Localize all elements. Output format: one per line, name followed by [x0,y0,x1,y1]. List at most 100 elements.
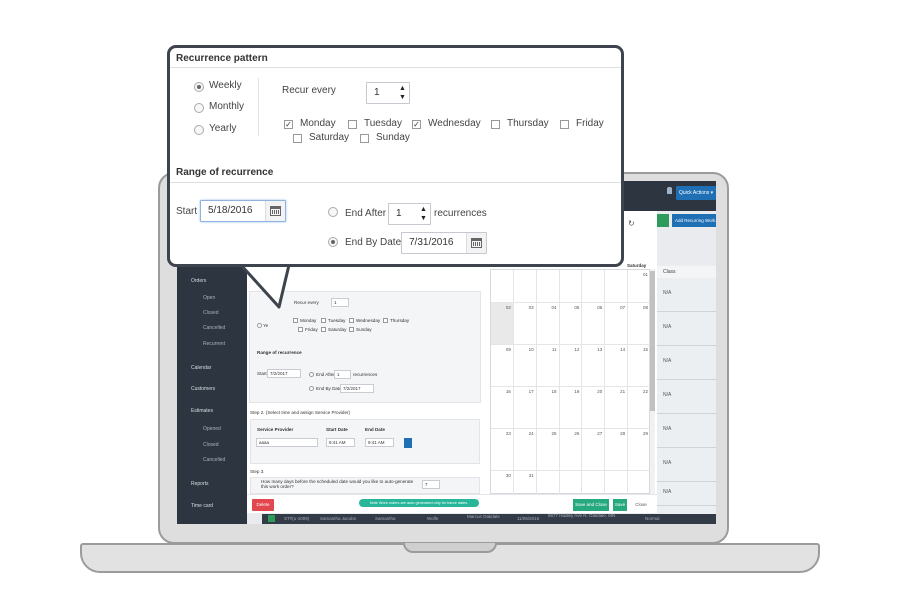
sidebar-item-est-cancelled[interactable]: Cancelled [203,457,225,463]
calendar-icon[interactable] [466,233,486,253]
calendar-day-cell[interactable]: 16 [491,387,514,429]
monday-checkbox[interactable]: ✓ [284,120,293,129]
calendar-day-cell[interactable]: 10 [513,345,537,387]
wednesday-checkbox[interactable]: ✓ [412,120,421,129]
refresh-icon[interactable]: ↻ [628,219,640,231]
tuesday-checkbox[interactable] [321,318,326,323]
sidebar-item-estimates[interactable]: Estimates [191,408,213,414]
calendar-day-cell[interactable]: 13 [582,345,606,387]
calendar-day-cell[interactable] [582,270,606,303]
friday-checkbox[interactable] [298,327,303,332]
yearly-radio[interactable] [194,125,204,135]
calendar-day-cell[interactable]: 09 [491,345,514,387]
sunday-checkbox[interactable] [360,134,369,143]
class-column-header[interactable]: Class [657,266,716,278]
calendar-day-cell[interactable]: 23 [491,429,514,471]
start-date-input[interactable]: 7/2/2017 [267,369,301,378]
end-after-radio[interactable] [328,207,338,217]
calendar-day-cell[interactable]: 20 [582,387,606,429]
start-time-input[interactable]: 9:41 AM [326,438,355,447]
calendar-scrollbar[interactable] [650,269,655,494]
calendar-day-cell[interactable]: 01 [628,270,651,303]
user-icon[interactable] [667,187,672,194]
quick-actions-button[interactable]: Quick Actions ▾ [676,186,716,200]
end-by-date-input[interactable]: 7/31/2016 [401,232,487,254]
calendar-icon[interactable] [265,201,285,221]
calendar-day-cell[interactable]: 15 [628,345,651,387]
thursday-checkbox[interactable] [383,318,388,323]
calendar-day-cell[interactable]: 05 [559,303,583,345]
friday-checkbox[interactable] [560,120,569,129]
calendar-day-cell[interactable]: 27 [582,429,606,471]
sidebar-item-orders[interactable]: Orders [191,278,206,284]
service-provider-select[interactable]: aaaa [256,438,318,447]
calendar-day-cell[interactable]: 24 [513,429,537,471]
start-date-input[interactable]: 5/18/2016 [200,200,286,222]
calendar-day-cell[interactable] [559,270,583,303]
calendar-day-cell[interactable]: 07 [605,303,629,345]
calendar-day-cell[interactable]: 03 [513,303,537,345]
calendar-day-cell[interactable]: 26 [559,429,583,471]
monthly-radio[interactable] [194,103,204,113]
add-recurring-button[interactable]: Add Recurring Work [672,214,716,227]
calendar-day-cell[interactable]: 28 [605,429,629,471]
calendar-day-cell[interactable]: 12 [559,345,583,387]
end-after-stepper[interactable]: 1 ▲ ▼ [388,203,431,225]
end-by-date-input[interactable]: 7/2/2017 [340,384,374,393]
calendar-day-cell[interactable]: 14 [605,345,629,387]
spinner-arrows-icon[interactable]: ▲ ▼ [417,204,430,224]
end-after-radio[interactable] [309,372,314,377]
calendar-day-cell[interactable] [513,270,537,303]
weekly-radio[interactable] [194,82,204,92]
row-checkbox[interactable] [268,515,275,522]
calendar-day-cell[interactable]: 06 [582,303,606,345]
calendar-day-cell[interactable] [491,270,514,303]
sidebar-item-closed[interactable]: Closed [203,310,219,316]
calendar-day-cell[interactable]: 11 [536,345,560,387]
end-by-date-radio[interactable] [328,237,338,247]
wednesday-checkbox[interactable] [349,318,354,323]
calendar-day-cell[interactable]: 17 [513,387,537,429]
saturday-checkbox[interactable] [321,327,326,332]
thursday-checkbox[interactable] [491,120,500,129]
end-time-input[interactable]: 9:41 AM [365,438,394,447]
calendar-day-cell[interactable]: 19 [559,387,583,429]
sidebar-item-recurrent[interactable]: Recurrent [203,341,225,347]
spinner-arrows-icon[interactable]: ▲ ▼ [396,83,409,103]
calendar-day-cell[interactable]: 29 [628,429,651,471]
calendar-day-cell[interactable]: 21 [605,387,629,429]
sidebar-item-time-card[interactable]: Time card [191,503,213,509]
sidebar-item-cancelled[interactable]: Cancelled [203,325,225,331]
sidebar-item-opened[interactable]: Opened [203,426,221,432]
close-button[interactable]: Close [632,499,650,511]
sunday-checkbox[interactable] [349,327,354,332]
save-button[interactable]: Save [613,499,627,511]
sidebar-item-est-closed[interactable]: Closed [203,442,219,448]
tuesday-checkbox[interactable] [348,120,357,129]
sidebar-item-customers[interactable]: Customers [191,386,215,392]
save-and-close-button[interactable]: Save and Close [573,499,609,511]
days-before-input[interactable]: 7 [422,480,440,489]
calendar-day-cell[interactable]: 04 [536,303,560,345]
end-after-input[interactable]: 1 [334,370,351,379]
calendar-day-cell[interactable]: 22 [628,387,651,429]
sidebar-item-calendar[interactable]: Calendar [191,365,211,371]
sidebar-item-open[interactable]: Open [203,295,215,301]
calendar-day-cell[interactable]: 02 [491,303,514,345]
green-toggle-button[interactable] [657,214,669,227]
yearly-radio[interactable] [257,323,262,328]
calendar-day-cell[interactable]: 18 [536,387,560,429]
sidebar-item-reports[interactable]: Reports [191,481,209,487]
table-row[interactable]: ST#(u-1009) Samantha Jacobs Samantha Wol… [262,513,716,524]
end-by-radio[interactable] [309,386,314,391]
calendar-day-cell[interactable]: 25 [536,429,560,471]
add-time-button[interactable] [404,438,412,448]
recur-every-stepper[interactable]: 1 ▲ ▼ [366,82,410,104]
calendar-day-cell[interactable] [605,270,629,303]
calendar-day-cell[interactable]: 08 [628,303,651,345]
recur-every-input[interactable]: 1 [331,298,349,307]
delete-button[interactable]: Delete [252,499,274,511]
saturday-checkbox[interactable] [293,134,302,143]
calendar-day-cell[interactable] [536,270,560,303]
monday-checkbox[interactable] [293,318,298,323]
